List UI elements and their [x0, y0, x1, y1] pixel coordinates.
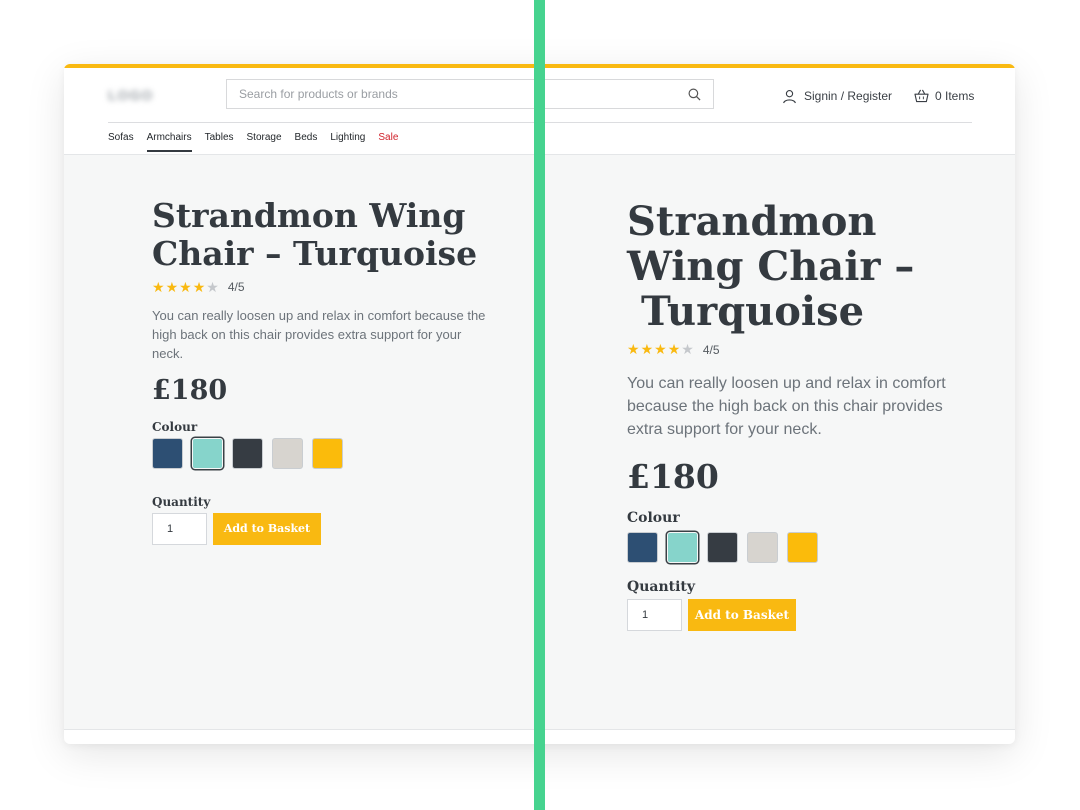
- swatch-navy[interactable]: [627, 532, 658, 563]
- nav-item-tables[interactable]: Tables: [205, 130, 234, 152]
- signin-label: Signin / Register: [804, 89, 893, 103]
- quantity-label: Quantity: [627, 579, 696, 595]
- nav-item-beds[interactable]: Beds: [295, 130, 318, 152]
- product-panel-original: Strandmon Wing Chair – Turquoise ★ ★ ★ ★…: [152, 197, 502, 545]
- swatch-light-grey[interactable]: [747, 532, 778, 563]
- title-line-1: Strandmon: [627, 198, 877, 245]
- rating-text: 4/5: [227, 280, 245, 295]
- colour-swatches: [152, 437, 502, 469]
- nav-item-sale[interactable]: Sale: [378, 130, 398, 152]
- product-description: You can really loosen up and relax in co…: [152, 307, 486, 361]
- basket-label: 0 Items: [935, 89, 975, 103]
- product-price: £180: [627, 457, 719, 496]
- quantity-input[interactable]: [152, 512, 207, 545]
- nav-item-sofas[interactable]: Sofas: [108, 130, 134, 152]
- product-description: You can really loosen up and relax in co…: [627, 375, 946, 438]
- swatch-charcoal[interactable]: [707, 532, 738, 563]
- rating: ★ ★ ★ ★ ★ 4/5: [627, 341, 1007, 358]
- quantity-label: Quantity: [152, 494, 211, 509]
- star-empty-icon: ★: [681, 341, 694, 357]
- add-to-basket-button[interactable]: Add to Basket: [213, 512, 321, 545]
- user-icon: [783, 89, 796, 103]
- rating: ★ ★ ★ ★ ★ 4/5: [152, 279, 502, 296]
- basket-icon: [914, 89, 929, 103]
- search-box: [226, 79, 714, 109]
- colour-label: Colour: [152, 419, 198, 434]
- comparison-divider: [534, 0, 545, 810]
- star-icon: ★: [654, 341, 667, 357]
- add-to-basket-button[interactable]: Add to Basket: [688, 599, 796, 631]
- star-icon: ★: [152, 278, 165, 295]
- search-icon[interactable]: [688, 88, 701, 101]
- swatch-charcoal[interactable]: [232, 437, 263, 469]
- swatch-turquoise[interactable]: [192, 437, 223, 469]
- star-empty-icon: ★: [206, 278, 219, 295]
- star-icon: ★: [640, 341, 654, 357]
- star-icon: ★: [179, 278, 192, 295]
- rating-text: 4/5: [702, 342, 720, 357]
- quantity-row: Add to Basket: [152, 512, 502, 545]
- title-line-2: Wing Chair –: [627, 243, 915, 290]
- swatch-light-grey[interactable]: [272, 437, 303, 469]
- product-title: Strandmon Wing Chair – Turquoise: [152, 196, 478, 273]
- swatch-turquoise[interactable]: [667, 532, 698, 563]
- star-icon: ★: [627, 341, 640, 357]
- blurred-logo[interactable]: LOGO: [108, 87, 162, 103]
- search-input[interactable]: [227, 80, 691, 108]
- quantity-input[interactable]: [627, 599, 682, 631]
- signin-link[interactable]: Signin / Register: [782, 88, 892, 104]
- colour-label: Colour: [627, 510, 680, 526]
- quantity-row: Add to Basket: [627, 599, 1007, 631]
- nav-item-armchairs[interactable]: Armchairs: [146, 130, 192, 152]
- star-icon: ★: [165, 278, 179, 295]
- product-title: Strandmon Wing Chair – Turquoise: [627, 199, 927, 334]
- swatch-navy[interactable]: [152, 437, 183, 469]
- basket-link[interactable]: 0 Items: [914, 88, 974, 104]
- star-icon: ★: [667, 341, 681, 357]
- nav-item-storage[interactable]: Storage: [247, 130, 282, 152]
- product-panel-variant: Strandmon Wing Chair – Turquoise ★ ★ ★ ★ …: [627, 199, 1007, 631]
- nav-item-lighting[interactable]: Lighting: [330, 130, 365, 152]
- swatch-yellow[interactable]: [312, 437, 343, 469]
- star-icon: ★: [192, 278, 206, 295]
- title-line-3: Turquoise: [640, 288, 865, 335]
- colour-swatches: [627, 532, 1007, 563]
- category-nav: Sofas Armchairs Tables Storage Beds Ligh…: [108, 130, 411, 154]
- product-price: £180: [152, 374, 228, 406]
- swatch-yellow[interactable]: [787, 532, 818, 563]
